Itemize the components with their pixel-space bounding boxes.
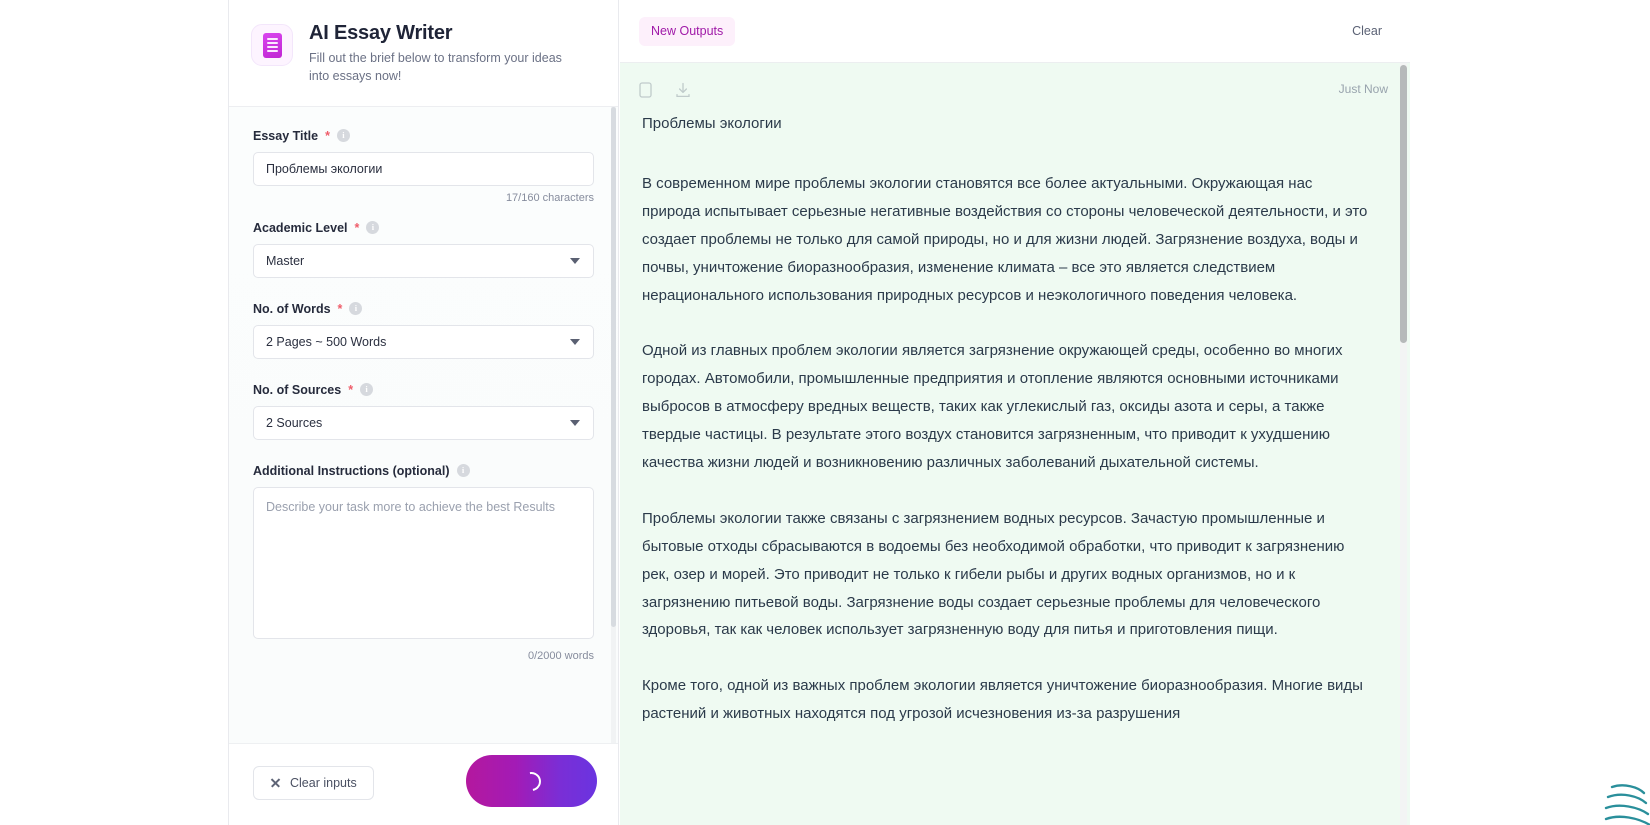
page-title: AI Essay Writer — [309, 22, 453, 44]
academic-level-value: Master — [266, 253, 305, 268]
no-of-words-select[interactable]: 2 Pages ~ 500 Words — [253, 324, 594, 359]
form-scrollbar-thumb[interactable] — [611, 106, 616, 627]
academic-level-label: Academic Level * i — [253, 221, 594, 235]
generate-button[interactable] — [466, 755, 597, 807]
no-of-words-label: No. of Words * i — [253, 302, 594, 316]
brand-watermark-icon — [1604, 784, 1650, 825]
tab-new-outputs[interactable]: New Outputs — [639, 16, 736, 46]
additional-instructions-textarea[interactable] — [253, 486, 594, 639]
info-icon[interactable]: i — [349, 302, 363, 315]
document-lines-icon — [251, 24, 293, 66]
essay-paragraph: Кроме того, одной из важных проблем экол… — [642, 677, 1363, 723]
app-header-text: AI Essay Writer Fill out the brief below… — [309, 22, 579, 86]
essay-title-label: Essay Title * i — [253, 129, 594, 143]
field-essay-title: Essay Title * i 17/160 characters — [253, 129, 594, 204]
field-no-of-words: No. of Words * i 2 Pages ~ 500 Words — [253, 302, 594, 359]
copy-icon[interactable] — [639, 81, 654, 104]
field-additional-instructions: Additional Instructions (optional) i 0/2… — [253, 464, 594, 662]
form-scroll-area: Essay Title * i 17/160 characters Academi… — [229, 106, 618, 743]
output-body: Just Now Проблемы экологии В современном… — [620, 63, 1410, 825]
spinner-icon — [518, 767, 545, 795]
essay-title-label-text: Essay Title — [253, 128, 319, 143]
download-icon[interactable] — [675, 82, 691, 104]
additional-instructions-counter: 0/2000 words — [527, 649, 594, 662]
field-no-of-sources: No. of Sources * i 2 Sources — [253, 383, 594, 440]
additional-instructions-wrap — [253, 486, 594, 644]
info-icon[interactable]: i — [456, 464, 470, 477]
no-of-words-value: 2 Pages ~ 500 Words — [266, 334, 387, 349]
output-scrollbar-thumb[interactable] — [1400, 65, 1407, 343]
essay-title-input[interactable] — [253, 151, 594, 186]
chevron-down-icon — [570, 419, 580, 426]
output-toolbar: Just Now — [620, 63, 1410, 107]
clear-outputs-label: Clear — [1352, 24, 1382, 38]
additional-instructions-label: Additional Instructions (optional) i — [253, 464, 594, 478]
academic-level-select[interactable]: Master — [253, 243, 594, 278]
required-asterisk: * — [348, 382, 354, 397]
essay-output-title: Проблемы экологии — [642, 115, 782, 132]
required-asterisk: * — [325, 128, 330, 143]
essay-paragraph: Одной из главных проблем экологии являет… — [642, 342, 1343, 472]
chevron-down-icon — [570, 338, 580, 345]
output-header: New Outputs Clear — [620, 0, 1410, 63]
essay-content: Проблемы экологии В современном мире про… — [620, 107, 1410, 728]
info-icon[interactable]: i — [360, 383, 374, 396]
essay-form-panel: AI Essay Writer Fill out the brief below… — [228, 0, 619, 825]
field-academic-level: Academic Level * i Master — [253, 221, 594, 278]
academic-level-label-text: Academic Level — [253, 220, 348, 235]
info-icon[interactable]: i — [366, 221, 380, 234]
no-of-sources-label-text: No. of Sources — [253, 382, 342, 397]
essay-paragraph: В современном мире проблемы экологии ста… — [642, 175, 1368, 304]
essay-title-counter: 17/160 characters — [505, 191, 594, 204]
clear-inputs-button[interactable]: Clear inputs — [253, 765, 374, 800]
required-asterisk: * — [337, 301, 343, 316]
tab-new-outputs-label: New Outputs — [651, 24, 724, 38]
close-x-icon — [270, 777, 281, 788]
clear-outputs-button[interactable]: Clear — [1346, 20, 1388, 42]
additional-instructions-label-text: Additional Instructions (optional) — [253, 463, 450, 478]
no-of-sources-label: No. of Sources * i — [253, 383, 594, 397]
app-root: AI Essay Writer Fill out the brief below… — [0, 0, 1650, 825]
chevron-down-icon — [570, 257, 580, 264]
app-header: AI Essay Writer Fill out the brief below… — [229, 0, 618, 107]
clear-inputs-label: Clear inputs — [290, 775, 357, 790]
page-subtitle: Fill out the brief below to transform yo… — [309, 51, 562, 83]
required-asterisk: * — [354, 220, 360, 235]
no-of-sources-select[interactable]: 2 Sources — [253, 405, 594, 440]
output-panel: New Outputs Clear Just Now Проблемы экол… — [620, 0, 1410, 825]
essay-paragraph: Проблемы экологии также связаны с загряз… — [642, 509, 1345, 639]
form-footer: Clear inputs — [229, 743, 618, 825]
output-timestamp: Just Now — [1338, 82, 1388, 96]
no-of-sources-value: 2 Sources — [266, 415, 323, 430]
info-icon[interactable]: i — [336, 129, 350, 142]
no-of-words-label-text: No. of Words — [253, 301, 331, 316]
